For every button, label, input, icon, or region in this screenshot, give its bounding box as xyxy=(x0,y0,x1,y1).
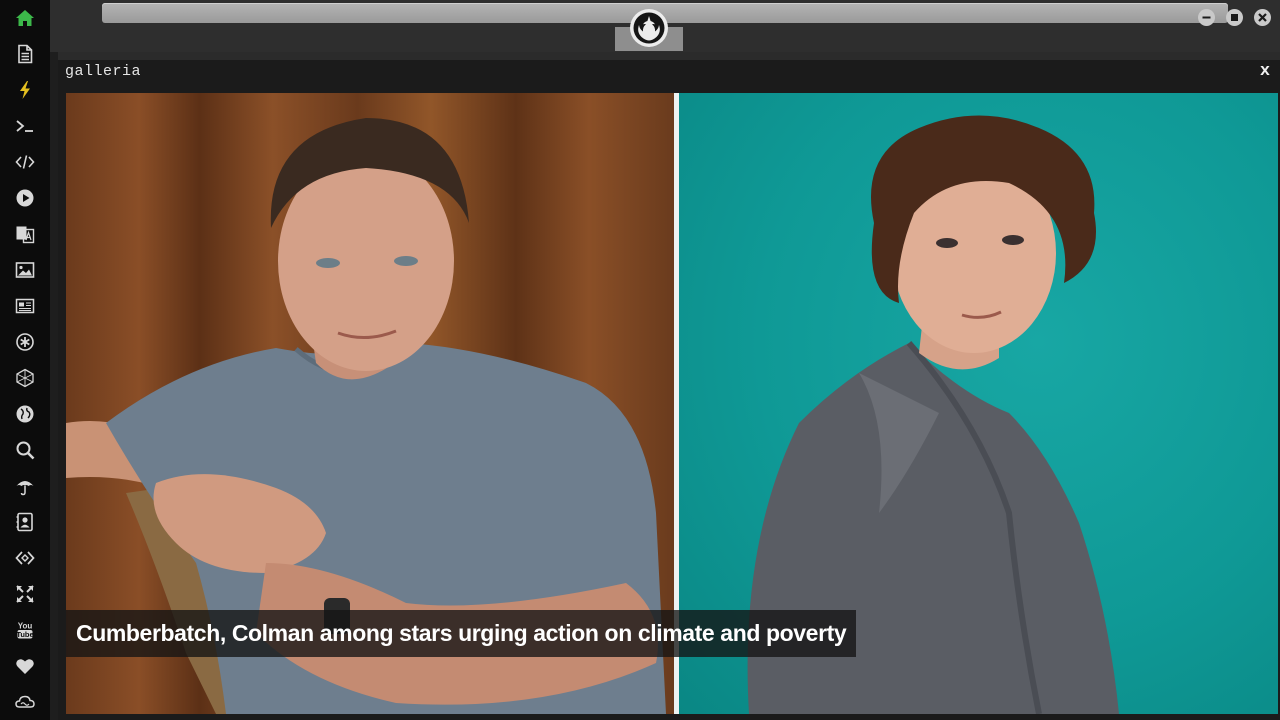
translate-icon xyxy=(16,226,35,244)
settings-icon xyxy=(16,333,34,351)
close-icon xyxy=(1258,13,1267,22)
search-button[interactable] xyxy=(9,436,41,464)
terminal-button[interactable] xyxy=(9,112,41,140)
connect-icon xyxy=(15,551,35,565)
umbrella-icon xyxy=(16,481,34,496)
play-icon xyxy=(16,189,34,207)
play-button[interactable] xyxy=(9,184,41,212)
contacts-icon xyxy=(16,512,33,532)
rebel-alliance-icon xyxy=(633,12,665,44)
code-button[interactable] xyxy=(9,148,41,176)
youtube-button[interactable]: You Tube xyxy=(9,616,41,644)
gallery-close-button[interactable]: x xyxy=(1257,62,1273,82)
app-dock: You Tube xyxy=(0,0,50,720)
settings-button[interactable] xyxy=(9,328,41,356)
expand-button[interactable] xyxy=(9,580,41,608)
contacts-button[interactable] xyxy=(9,508,41,536)
heart-icon xyxy=(16,659,34,674)
news-icon xyxy=(15,298,35,314)
images-button[interactable] xyxy=(9,256,41,284)
rebel-emblem-icon[interactable] xyxy=(630,9,668,47)
globe-icon xyxy=(16,405,34,423)
documents-button[interactable] xyxy=(9,40,41,68)
minimize-button[interactable] xyxy=(1198,9,1215,26)
expand-icon xyxy=(16,585,34,603)
translate-button[interactable] xyxy=(9,220,41,248)
cloud-icon xyxy=(15,695,35,708)
cube-button[interactable] xyxy=(9,364,41,392)
cloud-button[interactable] xyxy=(9,688,41,716)
close-window-button[interactable] xyxy=(1254,9,1271,26)
code-icon xyxy=(15,155,35,169)
image-icon xyxy=(15,262,35,278)
search-icon xyxy=(16,441,35,460)
favorites-button[interactable] xyxy=(9,652,41,680)
maximize-icon xyxy=(1231,14,1238,21)
maximize-button[interactable] xyxy=(1226,9,1243,26)
home-icon xyxy=(16,10,34,26)
youtube-icon: YouTube xyxy=(16,622,33,640)
minimize-icon xyxy=(1202,16,1211,19)
document-icon xyxy=(18,44,33,64)
bolt-icon xyxy=(20,81,30,99)
svg-text:Tube: Tube xyxy=(16,630,33,639)
photo-caption: Cumberbatch, Colman among stars urging a… xyxy=(66,610,857,657)
home-button[interactable] xyxy=(9,4,41,32)
bolt-button[interactable] xyxy=(9,76,41,104)
dock-divider xyxy=(50,0,58,720)
news-button[interactable] xyxy=(9,292,41,320)
cube-icon xyxy=(16,368,34,388)
umbrella-button[interactable] xyxy=(9,472,41,500)
gallery-window-title: galleria xyxy=(65,63,142,80)
terminal-icon xyxy=(16,120,33,132)
connect-button[interactable] xyxy=(9,544,41,572)
globe-button[interactable] xyxy=(9,400,41,428)
